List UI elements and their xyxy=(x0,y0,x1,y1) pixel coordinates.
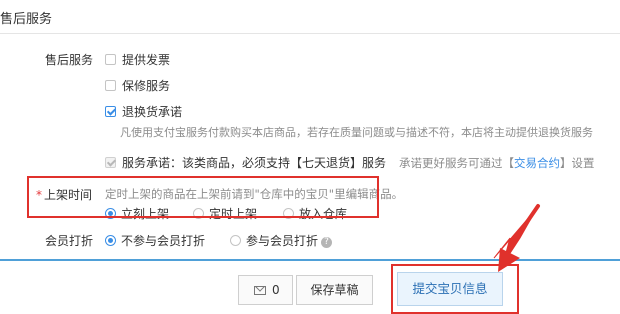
hint-suffix: 】设置 xyxy=(560,156,595,170)
mail-icon xyxy=(254,286,266,295)
member-discount-label: 会员打折 xyxy=(45,234,94,248)
message-count: 0 xyxy=(272,283,280,297)
member-discount-radio[interactable] xyxy=(230,235,241,246)
warranty-option-label[interactable]: 保修服务 xyxy=(122,77,170,94)
save-draft-button[interactable]: 保存草稿 xyxy=(296,275,373,305)
service-promise-hint: 承诺更好服务可通过【交易合约】设置 xyxy=(399,155,595,171)
service-promise-label: 服务承诺：该类商品，必须支持【七天退货】服务 xyxy=(122,156,387,170)
return-exchange-note: 凡使用支付宝服务付款购买本店商品，若存在质量问题或与描述不符，本店将主动提供退换… xyxy=(120,126,593,139)
warranty-checkbox[interactable] xyxy=(105,80,116,91)
invoice-checkbox[interactable] xyxy=(105,54,116,65)
listing-time-highlight-box xyxy=(27,176,379,218)
return-exchange-option-label[interactable]: 退换货承诺 xyxy=(122,103,182,120)
no-member-discount-radio[interactable] xyxy=(105,235,116,246)
section-divider xyxy=(0,33,620,34)
after-sales-label: 售后服务 xyxy=(45,53,94,67)
message-button[interactable]: 0 xyxy=(238,275,293,305)
help-icon[interactable]: ? xyxy=(321,237,333,248)
section-title: 售后服务 xyxy=(0,12,53,27)
invoice-option-label[interactable]: 提供发票 xyxy=(122,51,170,68)
hint-prefix: 承诺更好服务可通过【 xyxy=(399,156,514,170)
annotation-arrow xyxy=(493,204,540,272)
member-discount-option-text[interactable]: 参与会员打折 xyxy=(246,234,318,248)
return-exchange-checkbox[interactable] xyxy=(105,106,116,117)
trade-contract-link[interactable]: 交易合约 xyxy=(514,156,560,170)
no-member-discount-label[interactable]: 不参与会员打折 xyxy=(121,232,205,249)
member-discount-option-label[interactable]: 参与会员打折? xyxy=(246,232,333,249)
service-promise-checkbox xyxy=(105,157,116,168)
